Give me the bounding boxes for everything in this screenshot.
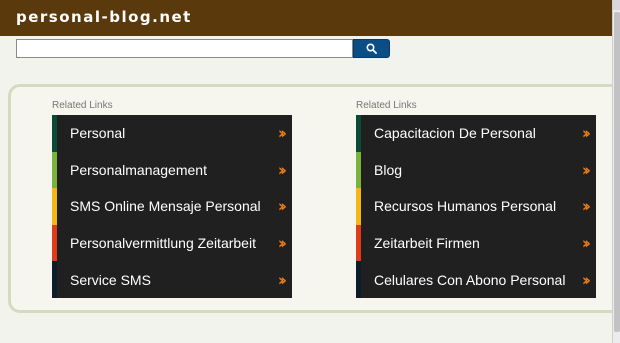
site-header: personal-blog.net: [0, 0, 612, 36]
site-title[interactable]: personal-blog.net: [16, 8, 192, 26]
search-icon: [366, 43, 377, 54]
related-link[interactable]: Service SMS ››: [52, 261, 292, 298]
related-link-label: Zeitarbeit Firmen: [374, 235, 480, 252]
related-link-label: Celulares Con Abono Personal: [374, 271, 566, 288]
related-link-label: Personalmanagement: [70, 161, 207, 178]
related-link-label: Service SMS: [70, 271, 151, 288]
related-link[interactable]: SMS Online Mensaje Personal ››: [52, 188, 292, 225]
search-button[interactable]: [353, 39, 390, 58]
related-links-list: Capacitacion De Personal ›› Blog ›› Recu…: [356, 115, 596, 298]
double-chevron-right-icon: ››: [581, 160, 591, 180]
related-link[interactable]: Blog ››: [356, 151, 596, 189]
vertical-scrollbar[interactable]: [612, 0, 620, 343]
scroll-up-button[interactable]: [613, 0, 620, 10]
double-chevron-right-icon: ››: [581, 123, 591, 143]
search-bar: [16, 39, 390, 58]
related-link[interactable]: Personalmanagement ››: [52, 151, 292, 189]
related-link[interactable]: Personalvermittlung Zeitarbeit ››: [52, 224, 292, 262]
double-chevron-right-icon: ››: [581, 196, 591, 216]
related-link[interactable]: Celulares Con Abono Personal ››: [356, 261, 596, 298]
related-link-label: Blog: [374, 161, 403, 178]
double-chevron-right-icon: ››: [581, 270, 591, 290]
related-links-panel: Related Links Personal ›› Personalmanage…: [8, 84, 620, 313]
double-chevron-right-icon: ››: [277, 196, 287, 216]
related-link[interactable]: Zeitarbeit Firmen ››: [356, 224, 596, 262]
related-link[interactable]: Personal ››: [52, 115, 292, 152]
scrollbar-thumb[interactable]: [614, 12, 620, 332]
double-chevron-right-icon: ››: [581, 233, 591, 253]
related-link-label: Personal: [70, 125, 126, 142]
double-chevron-right-icon: ››: [277, 123, 287, 143]
double-chevron-right-icon: ››: [277, 233, 287, 253]
double-chevron-right-icon: ››: [277, 270, 287, 290]
related-link-label: Personalvermittlung Zeitarbeit: [70, 235, 256, 252]
search-input[interactable]: [16, 39, 353, 58]
related-link-label: Recursos Humanos Personal: [374, 198, 557, 215]
related-links-heading: Related Links: [52, 100, 113, 111]
related-link-label: Capacitacion De Personal: [374, 125, 536, 142]
related-links-heading: Related Links: [356, 100, 417, 111]
double-chevron-right-icon: ››: [277, 160, 287, 180]
related-link-label: SMS Online Mensaje Personal: [70, 198, 261, 215]
related-link[interactable]: Recursos Humanos Personal ››: [356, 188, 596, 225]
related-links-list: Personal ›› Personalmanagement ›› SMS On…: [52, 115, 292, 298]
related-link[interactable]: Capacitacion De Personal ››: [356, 115, 596, 152]
